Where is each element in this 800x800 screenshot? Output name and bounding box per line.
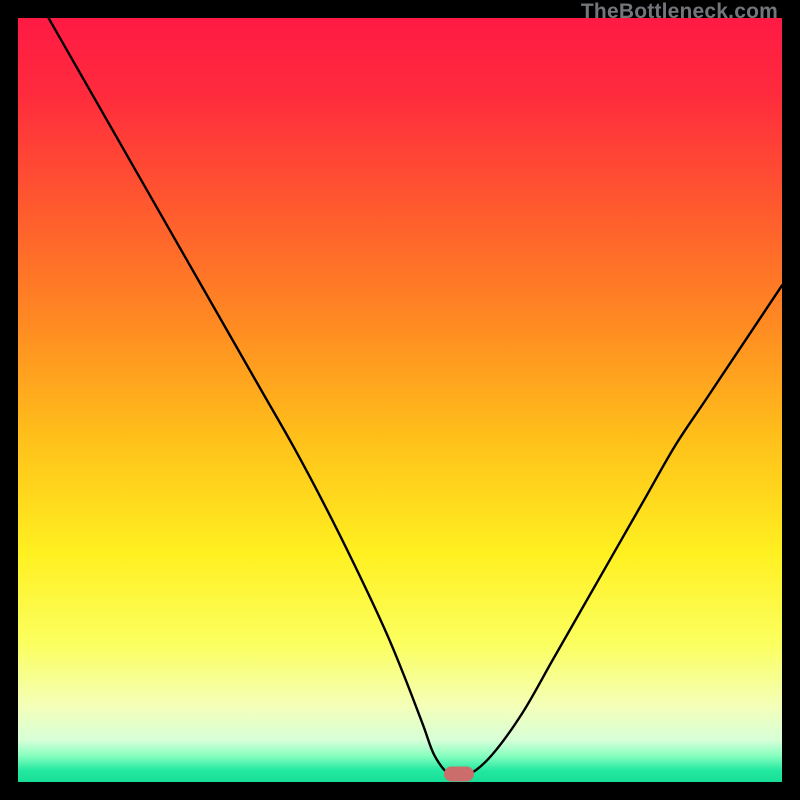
- optimal-marker: [444, 767, 474, 782]
- plot-area: [18, 18, 782, 782]
- chart-frame: TheBottleneck.com: [0, 0, 800, 800]
- watermark-text: TheBottleneck.com: [581, 0, 778, 24]
- bottleneck-curve: [18, 18, 782, 782]
